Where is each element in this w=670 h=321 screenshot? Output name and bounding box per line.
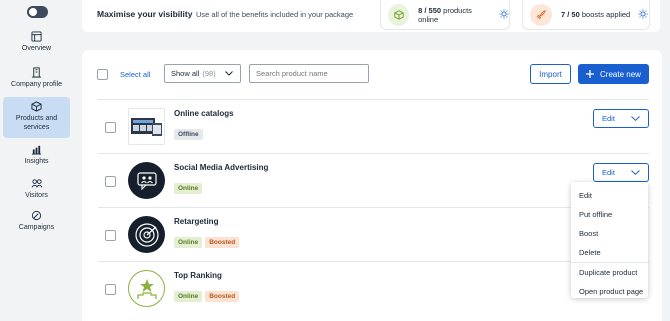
table-row: Top Ranking Online Boosted (98, 261, 649, 315)
cube-icon (31, 101, 42, 112)
banner-title: Maximise your visibility (97, 9, 193, 19)
banner-subtitle: Use all of the benefits included in your… (196, 10, 354, 19)
select-all-link[interactable]: Select all (120, 70, 150, 79)
sidebar: Overview Company profile Products and se… (0, 0, 74, 321)
select-all-checkbox[interactable] (97, 69, 108, 80)
edit-label: Edit (602, 168, 615, 177)
chevron-down-icon (631, 170, 640, 175)
product-name[interactable]: Online catalogs (174, 109, 234, 118)
product-name[interactable]: Social Media Advertising (174, 163, 268, 172)
product-name[interactable]: Retargeting (174, 217, 218, 226)
products-online-card: 8 / 550 products online (380, 0, 510, 30)
status-badge: Online (174, 183, 203, 194)
menu-item-duplicate[interactable]: Duplicate product (571, 263, 648, 282)
edit-button[interactable]: Edit (593, 163, 649, 182)
edit-dropdown-menu: Edit Put offline Boost Delete Duplicate … (571, 182, 648, 298)
menu-item-delete[interactable]: Delete (571, 243, 648, 262)
chevron-down-icon (631, 116, 640, 121)
sidebar-item-products[interactable]: Products and services (3, 97, 70, 138)
sidebar-toggle[interactable] (27, 6, 48, 18)
row-checkbox[interactable] (105, 284, 116, 295)
sidebar-item-label: Visitors (25, 192, 48, 199)
filter-count: (98) (202, 69, 216, 78)
product-name[interactable]: Top Ranking (174, 271, 222, 280)
search-input[interactable] (249, 64, 369, 83)
sidebar-item-label: Insights (24, 158, 49, 165)
social-media-thumbnail (128, 162, 165, 199)
create-new-button[interactable]: Create new (578, 64, 649, 84)
sidebar-item-insights[interactable]: Insights (3, 144, 70, 168)
boosted-badge: Boosted (205, 237, 240, 248)
sidebar-item-campaigns[interactable]: Campaigns (3, 210, 70, 234)
sun-icon[interactable] (499, 8, 509, 21)
menu-item-edit[interactable]: Edit (571, 186, 648, 205)
sun-icon[interactable] (638, 8, 648, 21)
sidebar-item-company-profile[interactable]: Company profile (3, 67, 70, 94)
rocket-icon (31, 210, 42, 221)
edit-button[interactable]: Edit (593, 109, 649, 128)
menu-item-boost[interactable]: Boost (571, 224, 648, 243)
sidebar-item-visitors[interactable]: Visitors (3, 178, 70, 202)
box-icon (388, 3, 410, 26)
sidebar-item-overview[interactable]: Overview (3, 31, 70, 58)
users-icon (31, 179, 42, 188)
plus-icon (586, 70, 595, 78)
menu-item-open-page[interactable]: Open product page (571, 282, 648, 301)
boosts-applied-count: 7 / 50 (561, 10, 580, 19)
boosted-badge: Boosted (205, 291, 240, 302)
create-new-label: Create new (600, 69, 641, 79)
status-badge: Online (174, 237, 203, 248)
edit-label: Edit (602, 114, 615, 123)
row-checkbox[interactable] (105, 176, 116, 187)
rocket-icon (530, 3, 552, 26)
products-online-count: 8 / 550 (418, 5, 442, 15)
row-checkbox[interactable] (105, 122, 116, 133)
retargeting-thumbnail (128, 216, 165, 253)
status-badge: Online (174, 291, 203, 302)
table-row: Online catalogs Offline Edit (98, 99, 649, 153)
menu-item-put-offline[interactable]: Put offline (571, 205, 648, 224)
sidebar-item-label: Company profile (11, 81, 62, 88)
building-icon (31, 67, 42, 78)
chevron-down-icon (225, 71, 233, 76)
boosts-applied-card: 7 / 50 boosts applied (522, 0, 650, 30)
row-checkbox[interactable] (105, 230, 116, 241)
catalog-thumbnail (128, 108, 165, 145)
import-button[interactable]: Import (530, 64, 571, 84)
filter-value: Show all (171, 69, 200, 78)
status-badge: Offline (174, 129, 203, 140)
chart-icon (31, 145, 42, 155)
sidebar-item-label: Products and services (15, 115, 58, 131)
top-ranking-thumbnail (128, 270, 165, 307)
boosts-applied-label: boosts applied (581, 10, 631, 19)
toggle-knob (29, 8, 37, 16)
visibility-banner: Maximise your visibility Use all of the … (82, 0, 660, 32)
status-filter-select[interactable]: Show all (98) (164, 64, 241, 83)
table-row: Social Media Advertising Online Edit (98, 153, 649, 207)
overview-icon (31, 31, 42, 42)
sidebar-item-label: Overview (21, 45, 52, 52)
table-row: Retargeting Online Boosted (98, 207, 649, 261)
sidebar-item-label: Campaigns (18, 224, 55, 231)
